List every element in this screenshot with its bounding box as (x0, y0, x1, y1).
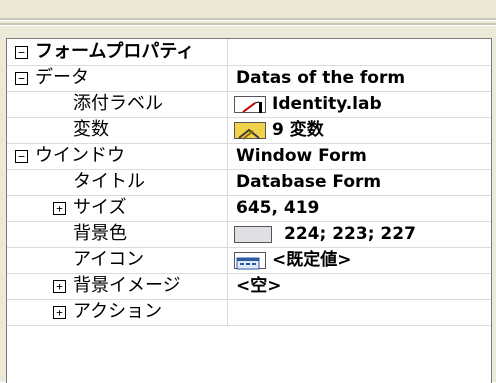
property-row-action[interactable]: + アクション (7, 299, 491, 326)
property-row-title[interactable]: タイトル Database Form (7, 169, 491, 196)
property-value-cell[interactable]: 224; 223; 227 (228, 221, 491, 247)
property-label: ウインドウ (35, 145, 125, 166)
collapse-toggle[interactable]: − (15, 72, 28, 85)
property-row-window[interactable]: − ウインドウ Window Form (7, 143, 491, 170)
property-label: アイコン (73, 249, 145, 270)
property-value-cell[interactable]: Datas of the form (228, 65, 491, 91)
property-name-cell: − フォームプロパティ (7, 39, 228, 65)
property-value-cell[interactable]: 9 変数 (228, 117, 491, 143)
property-row-icon[interactable]: アイコン <既定値> (7, 247, 491, 274)
expand-toggle[interactable]: + (53, 202, 66, 215)
property-row-form-properties[interactable]: − フォームプロパティ (7, 39, 491, 66)
property-name-cell: − データ (7, 65, 228, 91)
property-label: 添付ラベル (73, 93, 163, 114)
property-window: − フォームプロパティ − データ Datas of the form 添付ラベ… (0, 0, 496, 383)
property-name-cell: + サイズ (7, 195, 228, 221)
property-grid: − フォームプロパティ − データ Datas of the form 添付ラベ… (6, 38, 492, 383)
property-row-size[interactable]: + サイズ 645, 419 (7, 195, 491, 222)
property-name-cell: − ウインドウ (7, 143, 228, 169)
property-name-cell: タイトル (7, 169, 228, 195)
property-value-cell[interactable]: 645, 419 (228, 195, 491, 221)
property-label: アクション (73, 301, 163, 322)
property-value-cell[interactable]: Window Form (228, 143, 491, 169)
property-name-cell: + 背景イメージ (7, 273, 228, 299)
property-value: <既定値> (272, 250, 352, 270)
property-row-background-image[interactable]: + 背景イメージ <空> (7, 273, 491, 300)
collapse-toggle[interactable]: − (15, 46, 28, 59)
property-value-cell[interactable]: Identity.lab (228, 91, 491, 117)
property-name-cell: + アクション (7, 299, 228, 325)
property-value: Window Form (236, 146, 367, 166)
property-value: 9 変数 (272, 120, 324, 140)
property-value: Database Form (236, 172, 382, 192)
collapse-toggle[interactable]: − (15, 150, 28, 163)
property-label: タイトル (73, 171, 145, 192)
property-value-cell (228, 39, 491, 65)
property-value-cell[interactable]: <既定値> (228, 247, 491, 273)
property-value: Identity.lab (272, 94, 382, 114)
window-icon (234, 252, 266, 270)
property-name-cell: 変数 (7, 117, 228, 143)
grip-line (0, 18, 496, 21)
property-value: <空> (236, 276, 282, 296)
color-swatch-icon (234, 226, 272, 243)
property-value: Datas of the form (236, 68, 406, 88)
property-value: 645, 419 (236, 198, 320, 218)
property-value-cell[interactable] (228, 299, 491, 325)
grip-line (0, 23, 496, 26)
property-row-attached-label[interactable]: 添付ラベル Identity.lab (7, 91, 491, 118)
property-label: データ (35, 67, 89, 88)
property-value-cell[interactable]: Database Form (228, 169, 491, 195)
property-value: 224; 223; 227 (284, 224, 416, 244)
expand-toggle[interactable]: + (53, 280, 66, 293)
property-row-data[interactable]: − データ Datas of the form (7, 65, 491, 92)
property-row-variables[interactable]: 変数 9 変数 (7, 117, 491, 144)
expand-toggle[interactable]: + (53, 306, 66, 319)
property-row-background-color[interactable]: 背景色 224; 223; 227 (7, 221, 491, 248)
property-name-cell: 添付ラベル (7, 91, 228, 117)
property-label: 背景色 (73, 223, 127, 244)
property-name-cell: 背景色 (7, 221, 228, 247)
property-label: 背景イメージ (73, 275, 181, 296)
property-label: サイズ (73, 197, 127, 218)
property-label: 変数 (73, 119, 109, 140)
title-grip[interactable] (0, 0, 496, 34)
label-icon (234, 96, 266, 113)
property-label: フォームプロパティ (35, 41, 195, 62)
variables-icon (234, 122, 266, 140)
property-name-cell: アイコン (7, 247, 228, 273)
property-value-cell[interactable]: <空> (228, 273, 491, 299)
